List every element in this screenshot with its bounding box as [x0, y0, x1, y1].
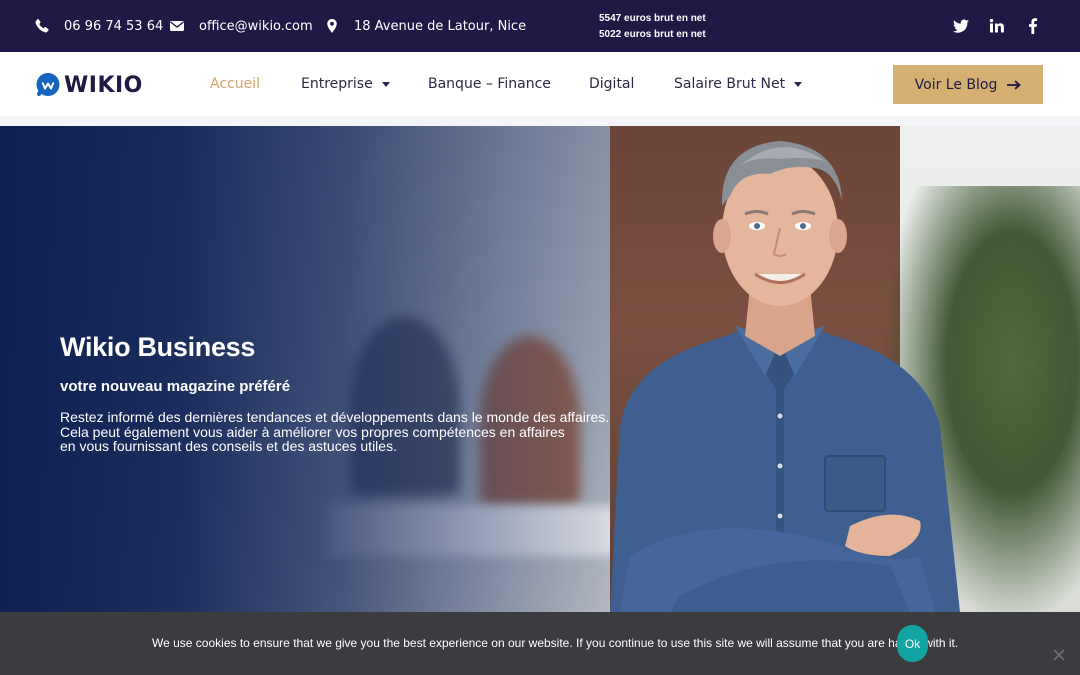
cookie-notice-text: We use cookies to ensure that we give yo…	[152, 636, 959, 650]
map-marker-icon	[324, 18, 340, 34]
nav-label: Entreprise	[301, 76, 373, 92]
arrow-right-icon	[1007, 79, 1022, 90]
topbar-phone[interactable]: 06 96 74 53 64	[34, 0, 163, 52]
phone-icon	[34, 18, 50, 34]
hero-section: Wikio Business votre nouveau magazine pr…	[0, 126, 1080, 612]
email-address: office@wikio.com	[199, 18, 313, 34]
voir-le-blog-button[interactable]: Voir Le Blog	[893, 65, 1043, 104]
envelope-icon	[169, 18, 185, 34]
nav-label: Digital	[589, 76, 635, 92]
logo-text: WIKIO	[64, 72, 143, 98]
twitter-icon[interactable]	[952, 17, 970, 35]
hero-description-line: Restez informé des dernières tendances e…	[60, 409, 610, 425]
salary-ticker: 5547 euros brut en net 5022 euros brut e…	[599, 11, 706, 43]
nav-label: Salaire Brut Net	[674, 76, 786, 92]
nav-item-accueil[interactable]: Accueil	[210, 52, 260, 116]
nav-item-digital[interactable]: Digital	[589, 52, 634, 116]
hero-description-line: Cela peut également vous aider à amélior…	[60, 423, 565, 440]
salary-line-2[interactable]: 5022 euros brut en net	[599, 27, 706, 43]
blog-button-label: Voir Le Blog	[914, 76, 998, 93]
nav-label: Accueil	[210, 76, 260, 92]
nav-label: Banque – Finance	[428, 76, 551, 92]
topbar-address: 18 Avenue de Latour, Nice	[324, 0, 526, 52]
nav-item-entreprise[interactable]: Entreprise	[301, 52, 390, 116]
address-text: 18 Avenue de Latour, Nice	[354, 18, 527, 34]
logo-bubble-icon	[36, 73, 60, 96]
main-navigation: WIKIO Accueil Entreprise Banque – Financ…	[0, 52, 1080, 116]
topbar-email[interactable]: office@wikio.com	[169, 0, 313, 52]
close-icon[interactable]	[1052, 648, 1066, 662]
hero-subtitle: votre nouveau magazine préféré	[60, 378, 291, 395]
chevron-down-icon	[794, 81, 803, 87]
nav-shadow-gap	[0, 116, 1080, 126]
hero-title: Wikio Business	[60, 332, 256, 362]
cookie-ok-button[interactable]: Ok	[897, 625, 928, 662]
phone-number: 06 96 74 53 64	[64, 18, 164, 34]
nav-item-banque-finance[interactable]: Banque – Finance	[428, 52, 551, 116]
cookie-ok-label: Ok	[904, 636, 921, 651]
hero-description: Restez informé des dernières tendances e…	[60, 410, 620, 454]
hero-blue-overlay	[0, 126, 720, 612]
top-bar: 06 96 74 53 64 office@wikio.com 18 Avenu…	[0, 0, 1080, 52]
nav-item-salaire-brut-net[interactable]: Salaire Brut Net	[674, 52, 803, 116]
linkedin-icon[interactable]	[988, 17, 1006, 35]
facebook-icon[interactable]	[1024, 17, 1042, 35]
hero-description-line: en vous fournissant des conseils et des …	[60, 438, 397, 454]
chevron-down-icon	[381, 81, 390, 87]
cookie-notice-bar: We use cookies to ensure that we give yo…	[0, 612, 1080, 675]
salary-line-1[interactable]: 5547 euros brut en net	[599, 11, 706, 27]
site-logo[interactable]: WIKIO	[35, 72, 143, 98]
